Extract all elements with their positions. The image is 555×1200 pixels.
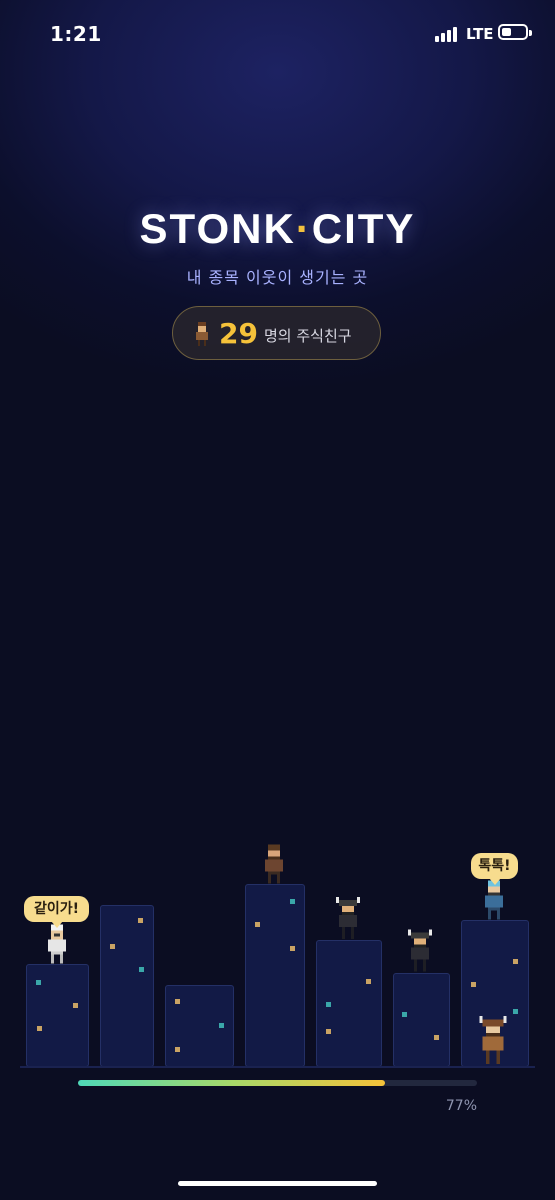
building-window bbox=[73, 1003, 78, 1008]
pixel-character-blue bbox=[485, 880, 503, 920]
loading-progress-bar bbox=[78, 1080, 477, 1086]
building-window bbox=[513, 1009, 518, 1014]
building-window bbox=[402, 1012, 407, 1017]
building-window bbox=[175, 999, 180, 1004]
building bbox=[100, 905, 154, 1067]
building bbox=[245, 884, 305, 1067]
speech-bubble-left: 같이가! bbox=[24, 896, 89, 928]
logo-dot: · bbox=[295, 205, 312, 252]
pixel-character-viking bbox=[336, 897, 360, 939]
pixel-character-bearded bbox=[265, 844, 283, 884]
building-window bbox=[434, 1035, 439, 1040]
building-window bbox=[219, 1023, 224, 1028]
pixel-character-icon bbox=[196, 322, 208, 346]
ground-line bbox=[20, 1066, 535, 1068]
network-type: LTE bbox=[466, 25, 494, 43]
building-window bbox=[36, 980, 41, 985]
home-indicator[interactable] bbox=[178, 1181, 377, 1186]
pixel-character-viking bbox=[408, 929, 432, 972]
building bbox=[165, 985, 234, 1067]
building-window bbox=[110, 944, 115, 949]
building-window bbox=[138, 918, 143, 923]
building bbox=[393, 973, 450, 1067]
building bbox=[316, 940, 382, 1067]
speech-bubble-right: 톡톡! bbox=[471, 853, 518, 885]
building-window bbox=[513, 959, 518, 964]
logo-text-city: CITY bbox=[311, 205, 416, 252]
building-window bbox=[326, 1029, 331, 1034]
battery-icon bbox=[498, 24, 532, 40]
signal-bars-icon bbox=[435, 26, 461, 42]
page-subtitle: 내 종목 이웃이 생기는 곳 bbox=[186, 268, 369, 287]
loading-progress-label: 77% bbox=[445, 1098, 477, 1114]
building-window bbox=[290, 899, 295, 904]
building-window bbox=[290, 946, 295, 951]
building-window bbox=[326, 1002, 331, 1007]
pixel-character-chef bbox=[48, 924, 66, 964]
friends-count-pill: 29 명의 주식친구 bbox=[172, 306, 381, 360]
friends-label: 명의 주식친구 bbox=[264, 327, 352, 345]
building-window bbox=[139, 967, 144, 972]
building bbox=[26, 964, 89, 1067]
building-window bbox=[175, 1047, 180, 1052]
loading-progress-fill bbox=[78, 1080, 386, 1086]
building-window bbox=[255, 922, 260, 927]
logo-text-stonk: STONK bbox=[139, 205, 296, 252]
building-window bbox=[366, 979, 371, 984]
app-logo-title: STONK·CITY bbox=[0, 205, 555, 253]
building-window bbox=[37, 1026, 42, 1031]
friends-count: 29 bbox=[219, 317, 258, 350]
status-bar: 1:21 LTE bbox=[0, 0, 555, 70]
building-window bbox=[471, 982, 476, 987]
status-time: 1:21 bbox=[50, 22, 102, 46]
pixel-character-brown-viking bbox=[479, 1016, 507, 1064]
